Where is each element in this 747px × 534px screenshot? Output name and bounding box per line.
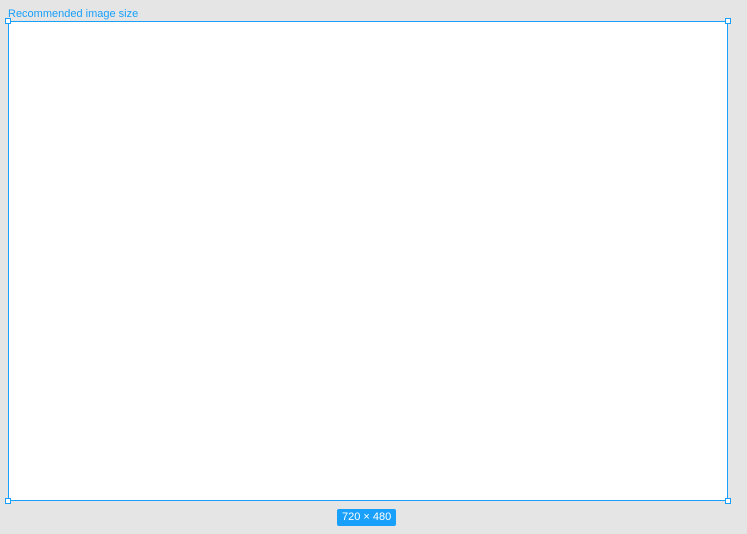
frame-size-badge: 720 × 480 — [337, 509, 397, 526]
resize-handle-top-right[interactable] — [725, 18, 731, 24]
resize-handle-bottom-right[interactable] — [725, 498, 731, 504]
resize-handle-top-left[interactable] — [5, 18, 11, 24]
resize-handle-bottom-left[interactable] — [5, 498, 11, 504]
frame-label[interactable]: Recommended image size — [8, 7, 138, 21]
image-frame[interactable] — [8, 21, 728, 501]
